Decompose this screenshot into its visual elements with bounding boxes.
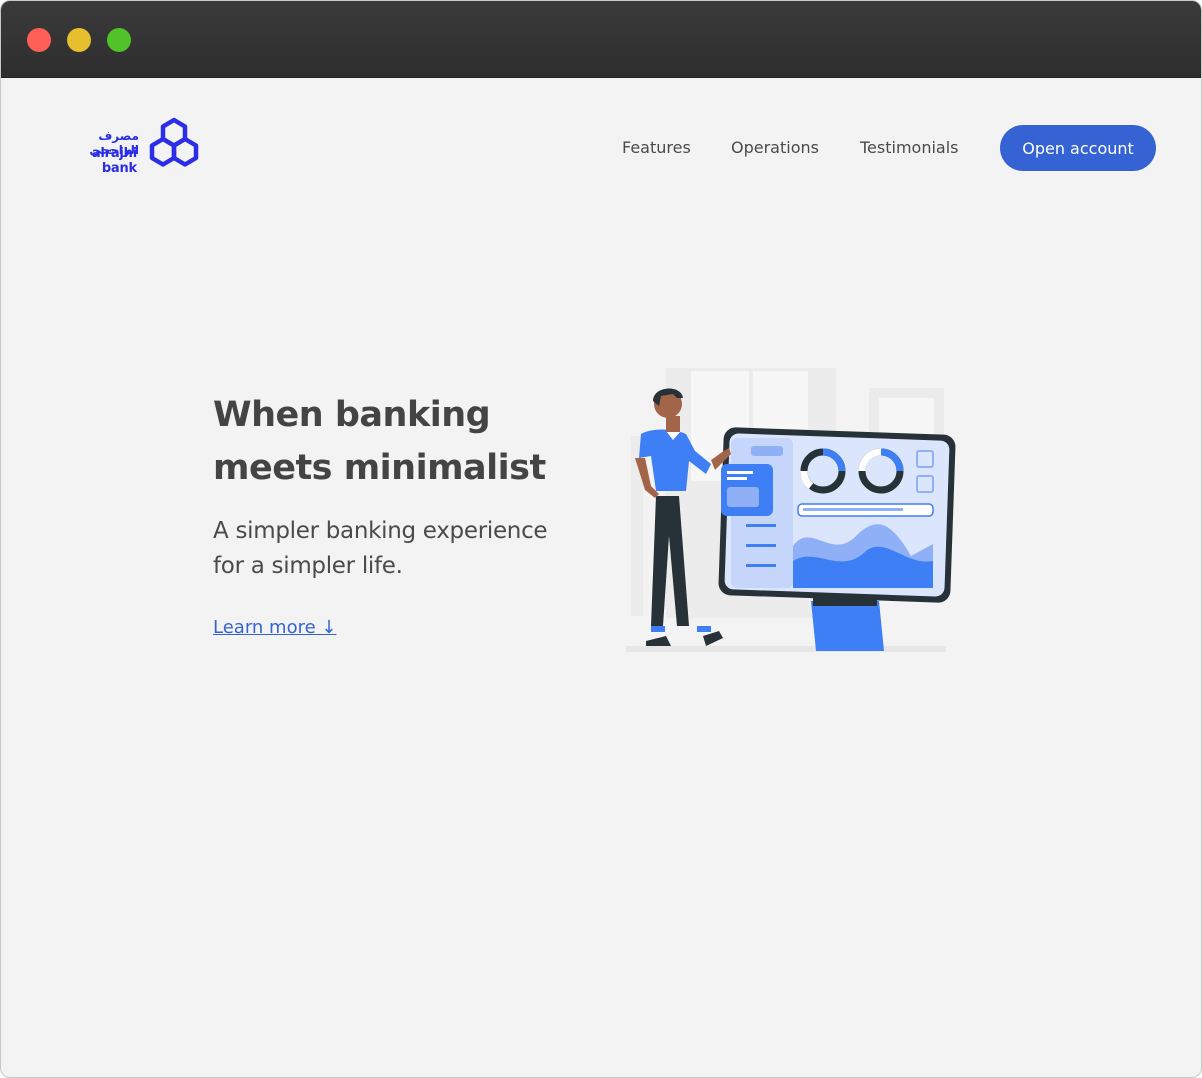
learn-more-link[interactable]: Learn more ↓	[213, 617, 336, 638]
open-account-button[interactable]: Open account	[1000, 125, 1156, 171]
nav-link-features[interactable]: Features	[622, 138, 691, 157]
brand-logo[interactable]: مصرف الراجحي alrajhi bank	[51, 117, 203, 176]
browser-window: مصرف الراجحي alrajhi bank Features Opera…	[0, 0, 1202, 1078]
brand-name-english: alrajhi bank	[91, 146, 137, 176]
hero-title: When banking meets minimalist	[213, 389, 593, 495]
window-titlebar	[1, 1, 1201, 78]
brand-mark-icon	[149, 117, 199, 167]
hero-subtitle-line-1: A simpler banking experience	[213, 518, 548, 544]
minimize-window-button[interactable]	[67, 28, 91, 52]
hero-subtitle: A simpler banking experience for a simpl…	[213, 514, 593, 584]
maximize-window-button[interactable]	[107, 28, 131, 52]
nav-link-testimonials[interactable]: Testimonials	[860, 138, 959, 157]
hero-title-line-2: meets minimalist	[213, 448, 546, 488]
close-window-button[interactable]	[27, 28, 51, 52]
person-with-dashboard-illustration	[626, 368, 956, 652]
hero-title-line-1: When banking	[213, 395, 491, 435]
hero-subtitle-line-2: for a simpler life.	[213, 553, 403, 579]
nav-link-operations[interactable]: Operations	[731, 138, 819, 157]
